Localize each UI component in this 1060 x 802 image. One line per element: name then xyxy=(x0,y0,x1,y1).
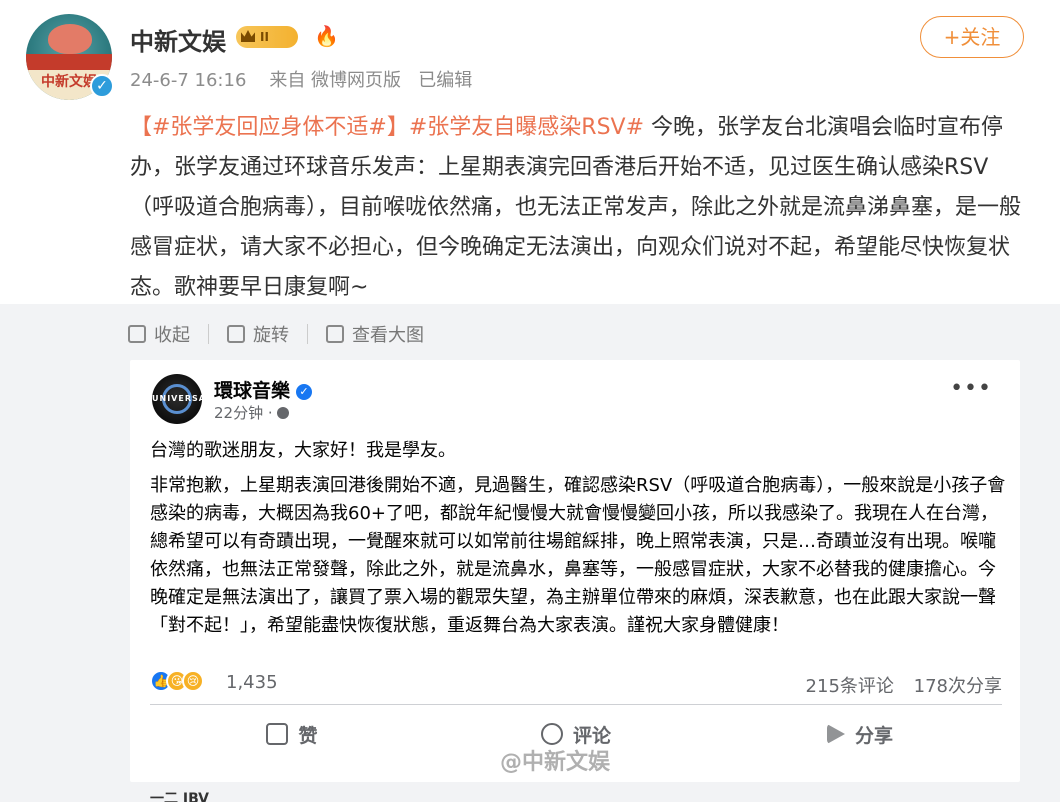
view-large-label: 查看大图 xyxy=(352,325,424,346)
embedded-post-image[interactable]: UNIVERSAL 環球音樂 ✓ 22分钟 · ••• 台灣的歌迷朋友，大家好！我… xyxy=(130,360,1020,782)
view-large-button[interactable]: 查看大图 xyxy=(326,321,424,347)
reaction-count: 1,435 xyxy=(226,672,278,693)
rotate-icon xyxy=(227,325,245,343)
share-label: 分享 xyxy=(854,724,893,747)
rotate-label: 旋转 xyxy=(253,325,289,346)
avatar-text: UNIVERSAL xyxy=(152,394,213,403)
collapse-icon xyxy=(128,325,146,343)
reaction-icons: 👍 😘 😢 xyxy=(150,670,204,692)
post-body: 非常抱歉，上星期表演回港後開始不適，見過醫生，確認感染RSV（呼吸道合胞病毒），… xyxy=(150,475,1006,636)
rotate-button[interactable]: 旋转 xyxy=(227,321,289,347)
hashtag-link-2[interactable]: #张学友自曝感染RSV# xyxy=(409,115,644,140)
like-label: 赞 xyxy=(298,724,318,747)
post-time-text: 22分钟 · xyxy=(214,404,273,422)
comment-count: 215条评论 xyxy=(805,676,894,697)
post-time: 22分钟 · xyxy=(214,402,289,423)
page-name: 環球音樂 ✓ xyxy=(214,376,313,403)
thumbs-up-icon xyxy=(266,723,289,745)
avatar-fish-graphic xyxy=(48,24,92,54)
view-large-icon xyxy=(326,325,344,343)
engagement-stats: 215条评论 178次分享 xyxy=(792,672,1002,698)
post-text: 今晚，张学友台北演唱会临时宣布停办，张学友通过环球音乐发声：上星期表演完回香港后… xyxy=(130,115,1022,300)
collapse-label: 收起 xyxy=(154,325,190,346)
page-name-text: 環球音樂 xyxy=(214,380,291,402)
post-greeting: 台灣的歌迷朋友，大家好！我是學友。 xyxy=(150,440,456,461)
hashtag-link-1[interactable]: 【#张学友回应身体不适#】 xyxy=(130,115,409,140)
reaction-bar: 👍 😘 😢 1,435 215条评论 178次分享 xyxy=(150,666,1002,698)
watermark: @中新文娱 xyxy=(500,750,611,775)
share-button: 分享 xyxy=(718,714,1002,754)
author-name[interactable]: 中新文娱 xyxy=(130,22,226,57)
image-toolbar: 收起 旋转 查看大图 xyxy=(128,322,424,346)
toolbar-divider xyxy=(307,324,308,344)
more-options-icon: ••• xyxy=(950,376,992,401)
like-button: 赞 xyxy=(150,714,434,754)
sad-reaction-icon: 😢 xyxy=(182,670,204,692)
follow-button[interactable]: +关注 xyxy=(920,16,1024,58)
toolbar-divider xyxy=(208,324,209,344)
cut-off-text: 一二 IBV xyxy=(150,791,210,802)
comment-icon xyxy=(540,723,563,745)
divider xyxy=(150,704,1002,705)
fire-icon[interactable]: 🔥 xyxy=(314,24,339,48)
verified-check-icon: ✓ xyxy=(90,74,114,98)
member-crown-icon[interactable]: II xyxy=(236,26,298,48)
post-meta: 24-6-7 16:16 来自 微博网页版 已编辑 xyxy=(130,66,472,92)
share-count: 178次分享 xyxy=(913,676,1002,697)
verified-check-icon: ✓ xyxy=(296,384,313,400)
post-content: 【#张学友回应身体不适#】#张学友自曝感染RSV# 今晚，张学友台北演唱会临时宣… xyxy=(130,108,1030,308)
post-source: 来自 微博网页版 xyxy=(269,70,402,91)
page-avatar: UNIVERSAL xyxy=(152,374,213,424)
collapse-button[interactable]: 收起 xyxy=(128,321,190,347)
globe-icon xyxy=(276,407,289,419)
share-icon xyxy=(826,724,845,744)
weibo-post: 中新文娱 ✓ 中新文娱 II 🔥 24-6-7 16:16 来自 微博网页版 已… xyxy=(0,0,1060,802)
post-time[interactable]: 24-6-7 16:16 xyxy=(130,70,246,91)
post-edited-label[interactable]: 已编辑 xyxy=(418,70,472,91)
